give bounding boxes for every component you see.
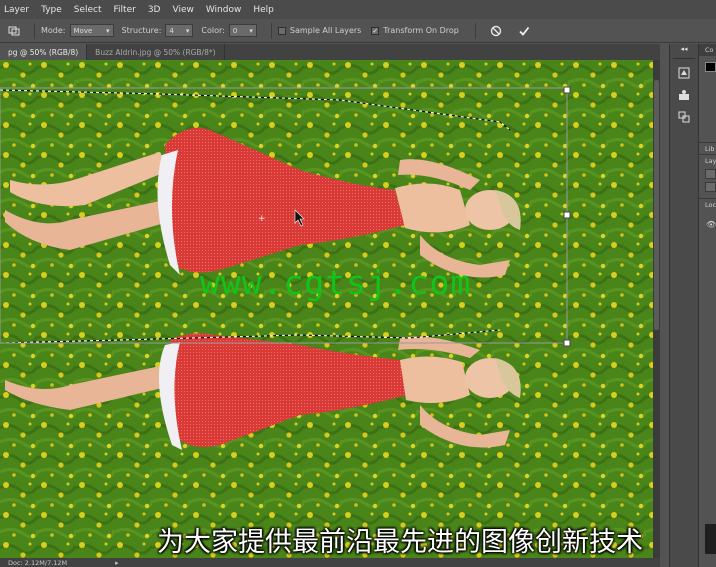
commit-checkmark-icon[interactable] xyxy=(516,23,532,39)
chevron-down-icon: ▾ xyxy=(185,26,190,35)
right-panels: Co Lib Lay Loc 👁 xyxy=(699,44,716,567)
foreground-color-swatch[interactable] xyxy=(705,62,716,72)
vertical-scrollbar[interactable] xyxy=(653,60,660,558)
layer-thumbnail[interactable] xyxy=(705,524,716,554)
separator xyxy=(474,22,476,39)
mode-label: Mode: xyxy=(41,26,66,35)
menu-select[interactable]: Select xyxy=(68,5,108,15)
tab-buzz-aldrin[interactable]: Buzz Aldrin.jpg @ 50% (RGB/8*) xyxy=(87,44,225,60)
properties-icon[interactable] xyxy=(674,87,694,103)
sample-all-layers-label: Sample All Layers xyxy=(289,26,362,35)
transform-on-drop-checkbox[interactable]: ✓ Transform On Drop xyxy=(371,26,459,35)
canvas-image: + xyxy=(0,60,653,558)
libraries-panel-tab[interactable]: Lib xyxy=(699,142,716,154)
collapse-arrows-icon[interactable]: ◂◂ xyxy=(674,44,694,54)
status-menu-arrow-icon[interactable]: ▸ xyxy=(115,559,119,567)
cancel-icon[interactable] xyxy=(488,23,504,39)
color-select[interactable]: 0 ▾ xyxy=(228,24,257,37)
chevron-down-icon: ▾ xyxy=(105,26,110,35)
sample-all-layers-checkbox[interactable]: Sample All Layers xyxy=(277,26,362,35)
menu-type[interactable]: Type xyxy=(35,5,68,15)
structure-value: 4 xyxy=(169,26,174,35)
layers-panel-tab[interactable]: Lay xyxy=(699,154,716,166)
menu-help[interactable]: Help xyxy=(247,5,280,15)
eye-icon[interactable]: 👁 xyxy=(699,220,716,229)
structure-select[interactable]: 4 ▾ xyxy=(165,24,194,37)
separator xyxy=(270,22,272,39)
tab-document-1[interactable]: pg @ 50% (RGB/8) xyxy=(0,44,88,60)
chevron-down-icon: ▾ xyxy=(249,26,253,35)
menu-view[interactable]: View xyxy=(166,5,199,15)
menu-layer[interactable]: Layer xyxy=(0,5,35,15)
blend-mode-field[interactable] xyxy=(705,182,716,192)
tool-preset-icon[interactable] xyxy=(6,23,22,39)
mode-select[interactable]: Move ▾ xyxy=(69,24,114,37)
history-icon[interactable] xyxy=(674,65,694,81)
color-panel-tab[interactable]: Co xyxy=(699,44,716,56)
subtitle-caption: 为大家提供最前沿最先进的图像创新技术 xyxy=(157,527,643,558)
mode-value: Move xyxy=(73,26,93,35)
menu-filter[interactable]: Filter xyxy=(108,5,142,15)
panel-icon-strip: ◂◂ xyxy=(669,44,699,567)
separator xyxy=(673,58,695,59)
svg-text:+: + xyxy=(258,214,266,224)
document-canvas[interactable]: + xyxy=(0,60,653,558)
checkmark-icon[interactable]: ✓ xyxy=(371,26,380,35)
separator xyxy=(34,22,35,39)
document-tabs: pg @ 50% (RGB/8) Buzz Aldrin.jpg @ 50% (… xyxy=(0,44,660,60)
color-label: Color: xyxy=(201,26,225,35)
layer-filter-field[interactable] xyxy=(705,169,716,179)
watermark-text: www.cgtsj.com xyxy=(200,263,472,302)
status-bar: Doc: 2.12M/7.12M ▸ xyxy=(0,558,660,567)
document-size-info: Doc: 2.12M/7.12M xyxy=(8,558,68,567)
structure-label: Structure: xyxy=(121,26,162,35)
menu-3d[interactable]: 3D xyxy=(142,5,167,15)
color-value: 0 xyxy=(232,26,238,35)
menu-bar: Layer Type Select Filter 3D View Window … xyxy=(0,0,716,19)
clone-source-icon[interactable] xyxy=(674,109,694,125)
options-bar: Mode: Move ▾ Structure: 4 ▾ Color: 0 ▾ S… xyxy=(0,19,716,43)
menu-window[interactable]: Window xyxy=(200,5,248,15)
checkbox-box[interactable] xyxy=(277,26,286,35)
transform-on-drop-label: Transform On Drop xyxy=(383,26,459,35)
scrollbar-thumb[interactable] xyxy=(654,80,659,330)
lock-label: Loc xyxy=(699,198,716,210)
